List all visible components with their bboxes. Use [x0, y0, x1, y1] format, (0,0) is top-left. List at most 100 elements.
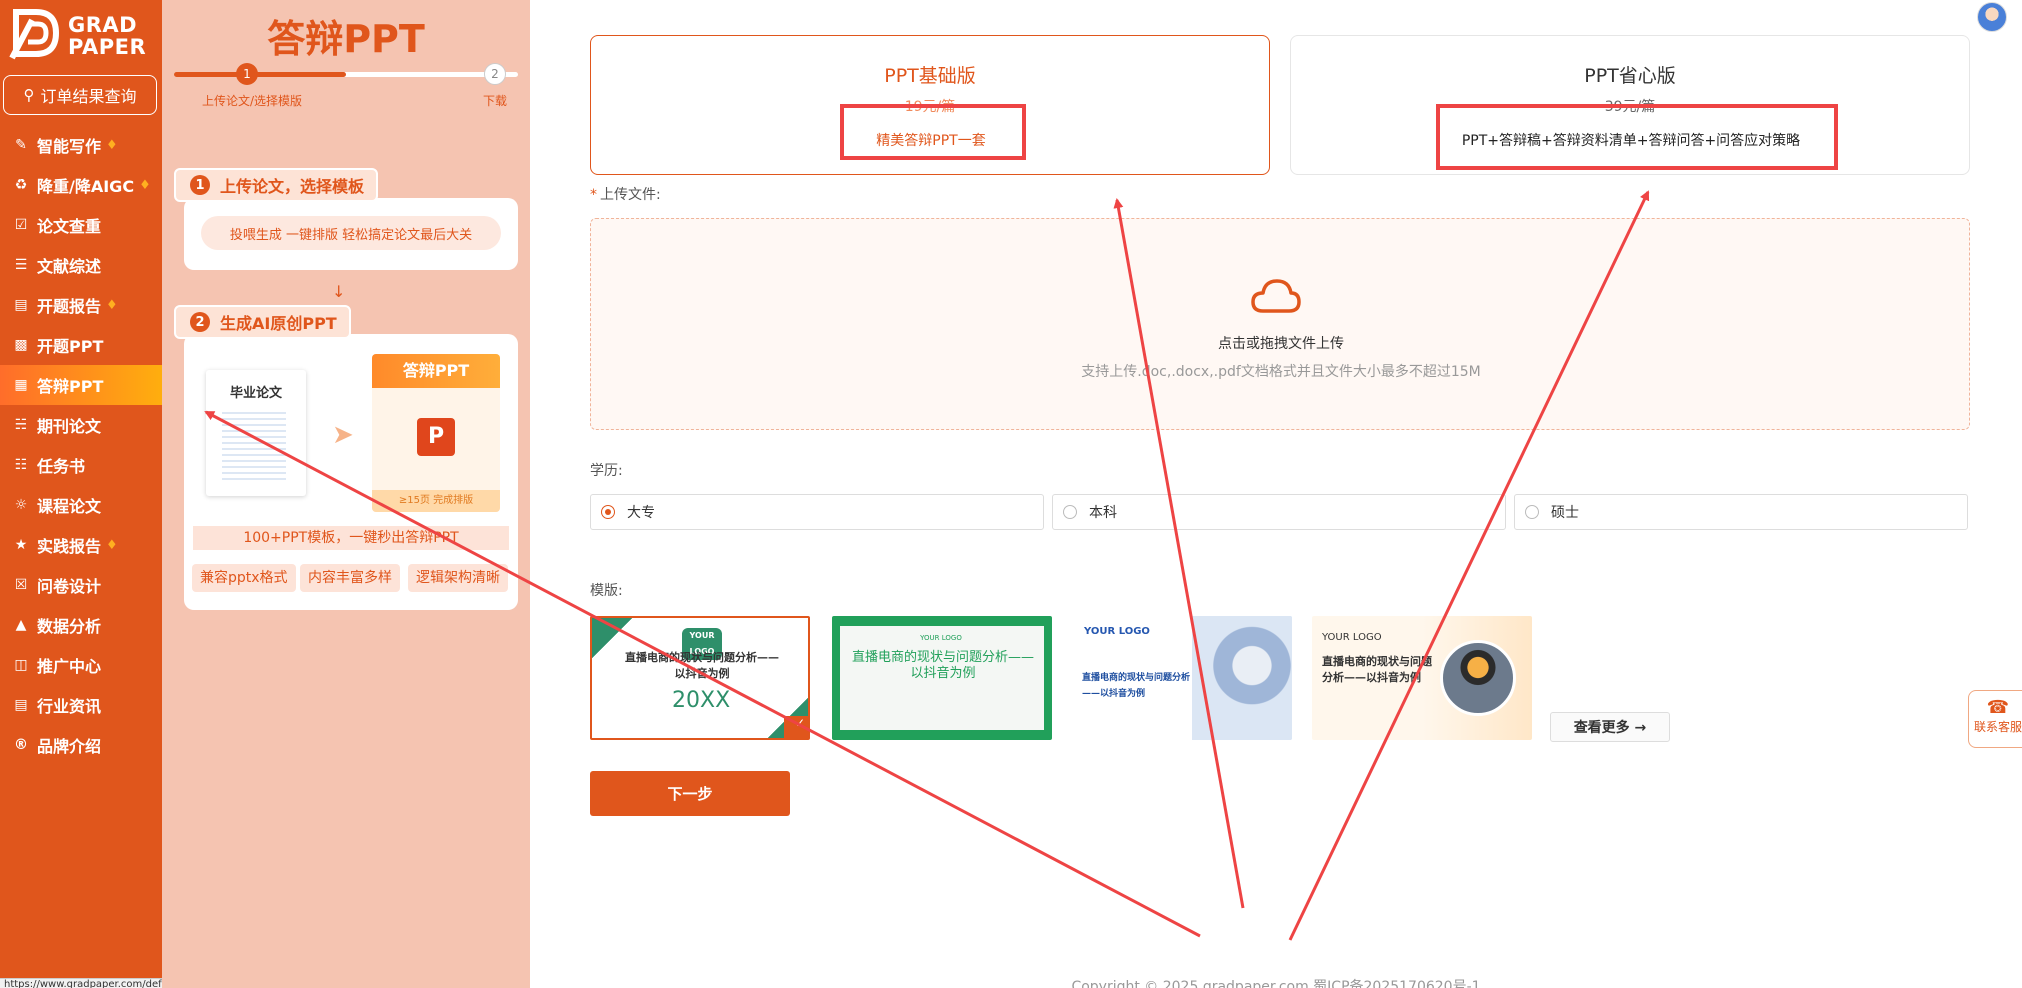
education-option-shuoshi[interactable]: 硕士: [1514, 494, 1968, 530]
sidebar-item[interactable]: ® 品牌介绍: [0, 725, 162, 765]
sidebar-item[interactable]: ♻ 降重/降AIGC ♦: [0, 165, 162, 205]
sidebar-item[interactable]: ☵ 期刊论文: [0, 405, 162, 445]
education-option-dazhuan[interactable]: 大专: [590, 494, 1044, 530]
text-lines-decoration: [222, 412, 286, 480]
education-option-label: 硕士: [1551, 505, 1579, 521]
headset-icon: ☎: [1986, 697, 2010, 718]
sidebar-item-label: 答辩PPT: [37, 377, 104, 396]
order-query-button[interactable]: ⚲ 订单结果查询: [3, 75, 157, 115]
education-label: 学历:: [590, 463, 623, 479]
sidebar-item[interactable]: ▤ 行业资讯: [0, 685, 162, 725]
plan-basic-desc: 精美答辩PPT一套: [876, 133, 986, 149]
template-card-1[interactable]: YOUR LOGO 直播电商的现状与问题分析——以抖音为例 20XX ✓: [590, 616, 810, 740]
sidebar-item-label: 推广中心: [37, 657, 102, 676]
plan-basic-card[interactable]: PPT基础版 19元/篇 精美答辩PPT一套: [590, 35, 1270, 175]
progress-fill: [174, 72, 346, 77]
sidebar-item[interactable]: ▲ 数据分析: [0, 605, 162, 645]
template-card-3[interactable]: YOUR LOGO 直播电商的现状与问题分析——以抖音为例: [1072, 616, 1292, 740]
template-title: 直播电商的现状与问题分析——以抖音为例: [1082, 673, 1191, 699]
sidebar-item[interactable]: ☒ 问卷设计: [0, 565, 162, 605]
logo-mark-icon: [9, 9, 60, 60]
arrow-right-icon: ➤: [332, 420, 354, 450]
cloud-upload-icon: [1251, 279, 1301, 313]
arrow-down-icon: ↓: [332, 282, 346, 301]
sidebar-item[interactable]: ✎ 智能写作 ♦: [0, 125, 162, 165]
template-banner: 100+PPT模板，一键秒出答辩PPT: [193, 526, 509, 550]
file-dropzone[interactable]: 点击或拖拽文件上传 支持上传.doc,.docx,.pdf文档格式并且文件大小最…: [590, 218, 1970, 430]
sidebar-item[interactable]: ☷ 任务书: [0, 445, 162, 485]
template-title: 直播电商的现状与问题分析——以抖音为例: [625, 651, 779, 680]
step-1-dot: 1: [236, 63, 258, 85]
feature-pill: 投喂生成 一键排版 轻松搞定论文最后大关: [201, 216, 501, 250]
page-title: 答辩PPT: [267, 17, 425, 61]
nav-icon: ◫: [14, 657, 28, 673]
fire-icon: ♦: [139, 177, 151, 193]
sidebar-item-label: 实践报告: [37, 537, 102, 556]
dropzone-subhint: 支持上传.doc,.docx,.pdf文档格式并且文件大小最多不超过15M: [1081, 364, 1481, 380]
sidebar-item[interactable]: ▩ 开题PPT: [0, 325, 162, 365]
sidebar-item-label: 品牌介绍: [37, 737, 102, 756]
template-card-4[interactable]: YOUR LOGO 直播电商的现状与问题分析——以抖音为例: [1312, 616, 1532, 740]
education-option-benke[interactable]: 本科: [1052, 494, 1506, 530]
nav-icon: ☷: [14, 457, 28, 473]
template-logo: YOUR LOGO: [1322, 632, 1382, 643]
template-year: 20XX: [672, 688, 731, 713]
step-1-label: 上传论文/选择模版: [202, 94, 303, 108]
nav-icon: ☒: [14, 577, 28, 593]
next-step-button[interactable]: 下一步: [590, 771, 790, 816]
step-tag-1: 1 上传论文，选择模板: [174, 168, 379, 202]
sidebar-item-label: 任务书: [37, 457, 86, 476]
plan-basic-name: PPT基础版: [884, 65, 976, 87]
upload-label-text: 上传文件:: [600, 187, 661, 203]
plan-pro-desc: PPT+答辩稿+答辩资料清单+答辩问答+问答应对策略: [1461, 133, 1801, 149]
sidebar-item[interactable]: ☼ 课程论文: [0, 485, 162, 525]
sidebar-item[interactable]: ▤ 开题报告 ♦: [0, 285, 162, 325]
radio-circle: [601, 505, 615, 519]
nav-icon: ☵: [14, 417, 28, 433]
step-tag-2: 2 生成AI原创PPT: [174, 305, 351, 339]
nav-icon: ☰: [14, 257, 28, 273]
sidebar-item-label: 期刊论文: [37, 417, 102, 436]
sidebar-item[interactable]: ★ 实践报告 ♦: [0, 525, 162, 565]
sidebar-item-label: 智能写作: [37, 137, 102, 156]
worker-photo: [1440, 640, 1516, 716]
sidebar-item[interactable]: ▦ 答辩PPT: [0, 365, 162, 405]
sidebar-nav: ✎ 智能写作 ♦ ♻ 降重/降AIGC ♦ ☑ 论文查重 ☰ 文献综述 ▤ 开题报告 ♦ ▩ 开题PPT ▦ 答…: [0, 125, 162, 765]
fire-icon: ♦: [106, 297, 118, 313]
step-tag-2-number: 2: [190, 312, 210, 332]
template-card-2[interactable]: YOUR LOGO 直播电商的现状与问题分析——以抖音为例: [832, 616, 1052, 740]
fire-icon: ♦: [106, 137, 118, 153]
sidebar: GRAD PAPER ⚲ 订单结果查询 ✎ 智能写作 ♦ ♻ 降重/降AIGC ♦ ☑ 论文查…: [0, 0, 243, 988]
step-tag-2-label: 生成AI原创PPT: [220, 314, 337, 333]
template-logo: YOUR LOGO: [920, 634, 962, 642]
template-title: 直播电商的现状与问题分析——以抖音为例: [1322, 655, 1432, 684]
copyright: Copyright © 2025 gradpaper.com 蜀ICP备2025…: [1071, 979, 1481, 988]
logo-text: GRAD PAPER: [68, 14, 146, 58]
see-more-button[interactable]: 查看更多 →: [1550, 712, 1670, 742]
required-mark: *: [590, 187, 597, 203]
upload-step-card: 投喂生成 一键排版 轻松搞定论文最后大关: [184, 198, 518, 270]
sidebar-item[interactable]: ☑ 论文查重: [0, 205, 162, 245]
customer-service-label: 联系客服: [1973, 720, 2022, 734]
template-logo: YOUR LOGO: [1084, 626, 1150, 637]
plan-pro-card[interactable]: PPT省心版 39元/篇 PPT+答辩稿+答辩资料清单+答辩问答+问答应对策略: [1290, 35, 1970, 175]
sidebar-item[interactable]: ☰ 文献综述: [0, 245, 162, 285]
brand-logo[interactable]: GRAD PAPER: [6, 4, 156, 62]
education-option-label: 大专: [627, 505, 655, 521]
sidebar-item[interactable]: ◫ 推广中心: [0, 645, 162, 685]
nav-icon: ♻: [14, 177, 28, 193]
nav-icon: ®: [14, 737, 28, 753]
step-tag-1-number: 1: [190, 175, 210, 195]
microscope-image: [1192, 616, 1292, 740]
sidebar-item-label: 课程论文: [37, 497, 102, 516]
education-option-label: 本科: [1089, 505, 1117, 521]
promo-panel: 答辩PPT 1 2 上传论文/选择模版 下载 投喂生成 一键排版 轻松搞定论文最…: [162, 0, 530, 988]
user-avatar[interactable]: [1977, 2, 2007, 32]
sidebar-item-label: 数据分析: [37, 617, 102, 636]
order-query-label: 订单结果查询: [40, 87, 137, 106]
customer-service-button[interactable]: ☎ 联系客服: [1968, 690, 2022, 748]
radio-circle: [1063, 505, 1077, 519]
sidebar-item-label: 文献综述: [37, 257, 102, 276]
defense-ppt-illustration: 答辩PPT P ≥15页 完成排版: [372, 354, 500, 512]
nav-icon: ☑: [14, 217, 28, 233]
